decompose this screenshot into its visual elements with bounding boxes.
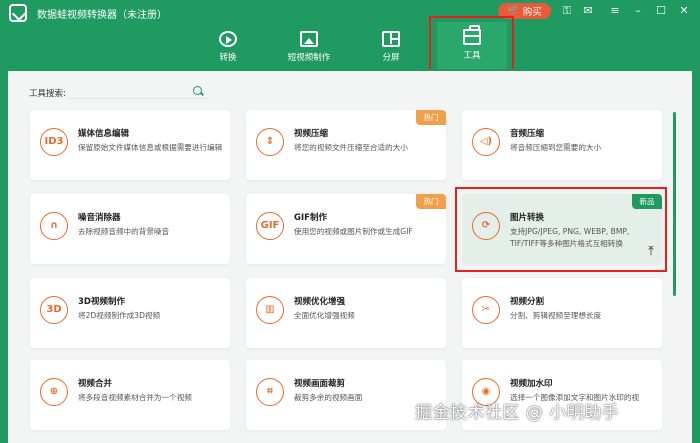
tab-split-screen[interactable]: 分屏 [356,27,426,67]
tool-title: 视频画面裁剪 [294,379,346,389]
scrollbar[interactable] [673,112,676,296]
search-input[interactable] [68,84,208,99]
site-watermark: 掘金技术社区 @ 小明助手 [415,403,620,423]
tool-desc: 将您的视频文件压缩至合适的大小 [294,143,408,152]
tab-short-video[interactable]: 短视频制作 [274,27,344,67]
tool-card-media-info[interactable]: ID3 媒体信息编辑 保留原始文件媒体信息或根据需要进行编辑 [30,110,230,180]
tool-desc: 使用您的视频或图片制作或生成GIF [294,227,413,236]
image-convert-highlight [455,187,667,272]
tool-desc: 分割、剪辑视频至理想长度 [510,311,602,320]
tab-convert-label: 转换 [219,53,237,63]
tab-split-screen-label: 分屏 [382,53,400,63]
id3-icon: ID3 [40,128,68,156]
headphones-icon: ∩ [40,212,68,240]
buy-label: 购买 [522,7,542,18]
merge-icon: ⊕ [40,378,68,406]
tab-short-video-label: 短视频制作 [287,53,331,63]
title-bar: 数据蛙视频转换器（未注册） 🛒 购买 ⚿ ✉ ≡ – ☐ ✕ 转换 短视频制作 … [0,0,700,69]
menu-icon[interactable]: ≡ [608,4,622,18]
back-to-top-icon[interactable]: ⤒ [644,244,658,260]
minimize-icon[interactable]: – [631,4,645,18]
hot-badge: 热门 [416,194,446,209]
tool-title: 视频加水印 [510,379,553,389]
tool-title: 3D视频制作 [78,297,125,307]
tab-convert[interactable]: 转换 [193,27,263,67]
tool-desc: 将音频压缩到您需要的大小 [510,143,602,152]
compress-icon: ⇕ [256,128,284,156]
close-icon[interactable]: ✕ [677,4,691,18]
audio-compress-icon: ◁) [472,128,500,156]
tool-card-gif-maker[interactable]: GIF GIF制作 使用您的视频或图片制作或生成GIF 热门 [246,194,446,264]
tool-title: 音频压缩 [510,129,545,139]
tool-desc: 全面优化增强视频 [294,311,355,320]
enhance-icon: ▥ [256,296,284,324]
app-title: 数据蛙视频转换器（未注册） [37,10,167,21]
tool-desc: 保留原始文件媒体信息或根据需要进行编辑 [78,143,223,152]
tool-card-video-compress[interactable]: ⇕ 视频压缩 将您的视频文件压缩至合适的大小 热门 [246,110,446,180]
tool-card-noise-remover[interactable]: ∩ 噪音消除器 去除视频音频中的背景噪音 [30,194,230,264]
tool-title: 视频压缩 [294,129,329,139]
tool-card-video-split[interactable]: ✂ 视频分割 分割、剪辑视频至理想长度 [462,278,662,348]
maximize-icon[interactable]: ☐ [654,4,668,18]
tool-card-audio-compress[interactable]: ◁) 音频压缩 将音频压缩到您需要的大小 [462,110,662,180]
tool-title: GIF制作 [294,213,327,223]
search-label: 工具搜索: [29,89,66,99]
feedback-icon[interactable]: ✉ [581,4,595,18]
tool-title: 媒体信息编辑 [78,129,130,139]
split-screen-icon [382,31,400,47]
3d-icon: 3D [40,296,68,324]
tool-card-video-merge[interactable]: ⊕ 视频合并 将多段音视频素材合并为一个视频 [30,360,230,430]
search-icon[interactable] [193,86,202,95]
tool-desc: 将2D视频制作成3D视频 [78,311,161,320]
tool-title: 视频合并 [78,379,113,389]
convert-icon [219,31,237,47]
app-logo-icon [9,4,27,22]
tool-title: 视频优化增强 [294,297,346,307]
key-icon[interactable]: ⚿ [560,4,574,18]
tool-desc: 将多段音视频素材合并为一个视频 [78,393,192,402]
tool-title: 视频分割 [510,297,545,307]
tool-desc: 去除视频音频中的背景噪音 [78,227,170,236]
tool-card-3d-video[interactable]: 3D 3D视频制作 将2D视频制作成3D视频 [30,278,230,348]
scissors-icon: ✂ [472,296,500,324]
tool-title: 噪音消除器 [78,213,121,223]
cart-icon: 🛒 [507,5,520,16]
crop-icon: ⌗ [256,378,284,406]
short-video-icon [300,31,318,47]
gif-icon: GIF [256,212,284,240]
hot-badge: 热门 [416,110,446,125]
tool-card-video-enhance[interactable]: ▥ 视频优化增强 全面优化增强视频 [246,278,446,348]
